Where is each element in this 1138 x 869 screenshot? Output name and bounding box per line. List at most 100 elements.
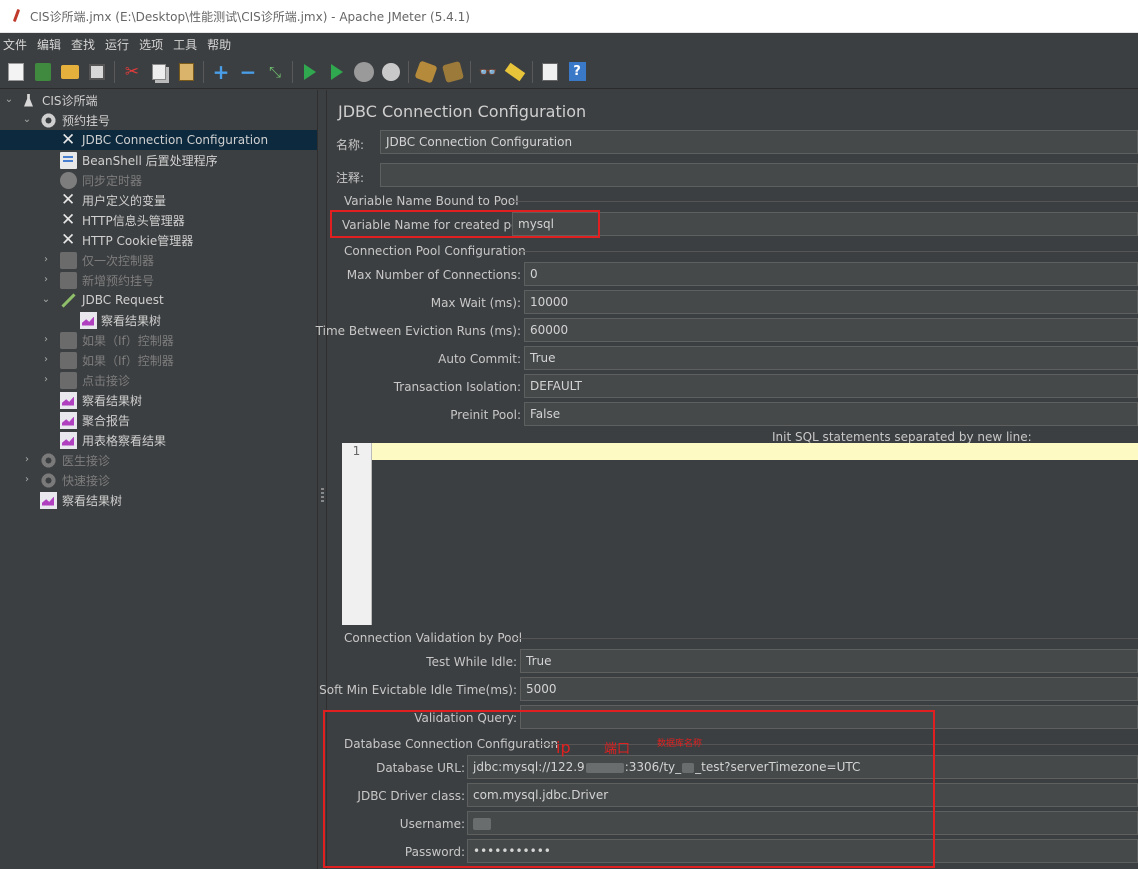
search-button[interactable]: 👓 — [478, 62, 498, 82]
menu-tools[interactable]: 工具 — [169, 36, 201, 53]
tools-icon — [60, 230, 77, 250]
chevron-right-icon[interactable]: › — [22, 475, 32, 485]
toggle-button[interactable]: ⤡ — [265, 62, 285, 82]
chevron-right-icon[interactable]: › — [41, 355, 51, 365]
chevron-right-icon[interactable]: › — [41, 375, 51, 385]
reset-search-button[interactable] — [504, 62, 526, 82]
chevron-right-icon[interactable]: › — [41, 275, 51, 285]
tree-item-label: 预约挂号 — [62, 113, 111, 128]
init-sql-editor[interactable]: 1 — [342, 443, 1138, 625]
clear-button[interactable] — [414, 59, 438, 84]
section-pool-config: Connection Pool Configuration — [344, 244, 526, 258]
eviction-input[interactable]: 60000 — [524, 318, 1138, 342]
help-button[interactable]: ? — [567, 62, 587, 82]
tree-item-click-consult[interactable]: › 点击接诊 — [0, 370, 317, 390]
name-input[interactable]: JDBC Connection Configuration — [380, 130, 1138, 154]
menu-file[interactable]: 文件 — [0, 36, 31, 53]
stop-icon — [354, 61, 374, 82]
tree-item-test-plan[interactable]: ⌄ CIS诊所端 — [0, 90, 317, 110]
tree-item-doctor-consult[interactable]: › 医生接诊 — [0, 450, 317, 470]
tree-item-cookie-manager[interactable]: HTTP Cookie管理器 — [0, 230, 317, 250]
script-icon — [60, 151, 77, 169]
tree-item-label: 医生接诊 — [62, 453, 111, 468]
chevron-right-icon[interactable]: › — [41, 255, 51, 265]
collapse-button[interactable]: − — [238, 60, 258, 84]
gear-icon — [40, 471, 57, 489]
menu-help[interactable]: 帮助 — [203, 36, 235, 53]
init-sql-label: Init SQL statements separated by new lin… — [772, 430, 1032, 444]
drag-handle-icon — [321, 488, 324, 502]
start-button[interactable] — [300, 62, 320, 82]
comment-label: 注释: — [336, 171, 365, 185]
expand-button[interactable]: + — [211, 60, 231, 84]
listener-icon — [60, 431, 77, 449]
tree-item-label: 同步定时器 — [82, 173, 143, 188]
tree-item-jdbc-request[interactable]: ⌄ JDBC Request — [0, 290, 317, 310]
toolbar-separator — [203, 60, 204, 83]
tree-item-if-controller-2[interactable]: › 如果（If）控制器 — [0, 350, 317, 370]
tree-item-table-results[interactable]: 用表格察看结果 — [0, 430, 317, 450]
copy-button[interactable] — [149, 62, 169, 82]
paste-button[interactable] — [176, 62, 196, 82]
listener-icon — [60, 411, 77, 429]
play-no-pause-icon — [331, 63, 343, 80]
eviction-label: Time Between Eviction Runs (ms): — [315, 324, 521, 338]
tree-item-thread-group[interactable]: ⌄ 预约挂号 — [0, 110, 317, 130]
chevron-right-icon[interactable]: › — [22, 455, 32, 465]
isolation-select[interactable]: DEFAULT — [524, 374, 1138, 398]
tree-item-label: 用表格察看结果 — [82, 433, 167, 448]
tree-item-result-tree-2[interactable]: 察看结果树 — [0, 390, 317, 410]
max-conn-input[interactable]: 0 — [524, 262, 1138, 286]
tree-item-header-manager[interactable]: HTTP信息头管理器 — [0, 210, 317, 230]
toolbar-separator — [292, 60, 293, 83]
menu-edit[interactable]: 编辑 — [33, 36, 65, 53]
save-button[interactable] — [87, 62, 107, 82]
open-button[interactable] — [60, 62, 80, 82]
stop-button[interactable] — [354, 61, 374, 82]
gear-icon — [40, 111, 57, 129]
var-name-input[interactable]: mysql — [512, 212, 1138, 236]
name-label: 名称: — [336, 138, 365, 152]
menu-options[interactable]: 选项 — [135, 36, 167, 53]
auto-commit-select[interactable]: True — [524, 346, 1138, 370]
tree-item-result-tree-1[interactable]: 察看结果树 — [0, 310, 317, 330]
preinit-select[interactable]: False — [524, 402, 1138, 426]
tree-item-label: 新增预约挂号 — [82, 273, 155, 288]
tree-item-label: 仅一次控制器 — [82, 253, 155, 268]
help-icon: ? — [568, 62, 586, 81]
chevron-down-icon[interactable]: ⌄ — [4, 95, 14, 105]
clear-all-button[interactable] — [441, 60, 465, 83]
tree-item-aggregate-report[interactable]: 聚合报告 — [0, 410, 317, 430]
start-no-pauses-button[interactable] — [327, 62, 347, 82]
soft-min-input[interactable]: 5000 — [520, 677, 1138, 701]
menu-run[interactable]: 运行 — [101, 36, 133, 53]
tree-item-quick-consult[interactable]: › 快速接诊 — [0, 470, 317, 490]
tree-item-sync-timer[interactable]: 同步定时器 — [0, 170, 317, 190]
sql-text-area[interactable] — [372, 443, 1138, 625]
save-icon — [89, 63, 105, 80]
tree-item-once-controller[interactable]: › 仅一次控制器 — [0, 250, 317, 270]
templates-button[interactable] — [33, 62, 53, 82]
shutdown-button[interactable] — [381, 62, 401, 82]
new-button[interactable] — [6, 62, 26, 82]
max-wait-label: Max Wait (ms): — [430, 296, 521, 310]
tree-item-if-controller-1[interactable]: › 如果（If）控制器 — [0, 330, 317, 350]
cut-button[interactable]: ✂ — [122, 62, 142, 82]
toolbar-separator — [114, 60, 115, 83]
tree-item-beanshell[interactable]: BeanShell 后置处理程序 — [0, 150, 317, 170]
tree-item-jdbc-config[interactable]: JDBC Connection Configuration — [0, 130, 317, 150]
chevron-down-icon[interactable]: ⌄ — [22, 115, 32, 125]
menu-search[interactable]: 查找 — [67, 36, 99, 53]
test-idle-select[interactable]: True — [520, 649, 1138, 673]
tree-item-result-tree-3[interactable]: 察看结果树 — [0, 490, 317, 510]
comment-input[interactable] — [380, 163, 1138, 187]
chevron-down-icon[interactable]: ⌄ — [41, 295, 51, 305]
config-panel: JDBC Connection Configuration 名称: JDBC C… — [316, 90, 1138, 869]
max-wait-input[interactable]: 10000 — [524, 290, 1138, 314]
highlight-box-db-config — [323, 710, 935, 868]
tree-item-new-appointment[interactable]: › 新增预约挂号 — [0, 270, 317, 290]
tree-item-user-vars[interactable]: 用户定义的变量 — [0, 190, 317, 210]
chevron-right-icon[interactable]: › — [41, 335, 51, 345]
toolbar-separator — [470, 60, 471, 83]
function-helper-button[interactable] — [540, 62, 560, 82]
